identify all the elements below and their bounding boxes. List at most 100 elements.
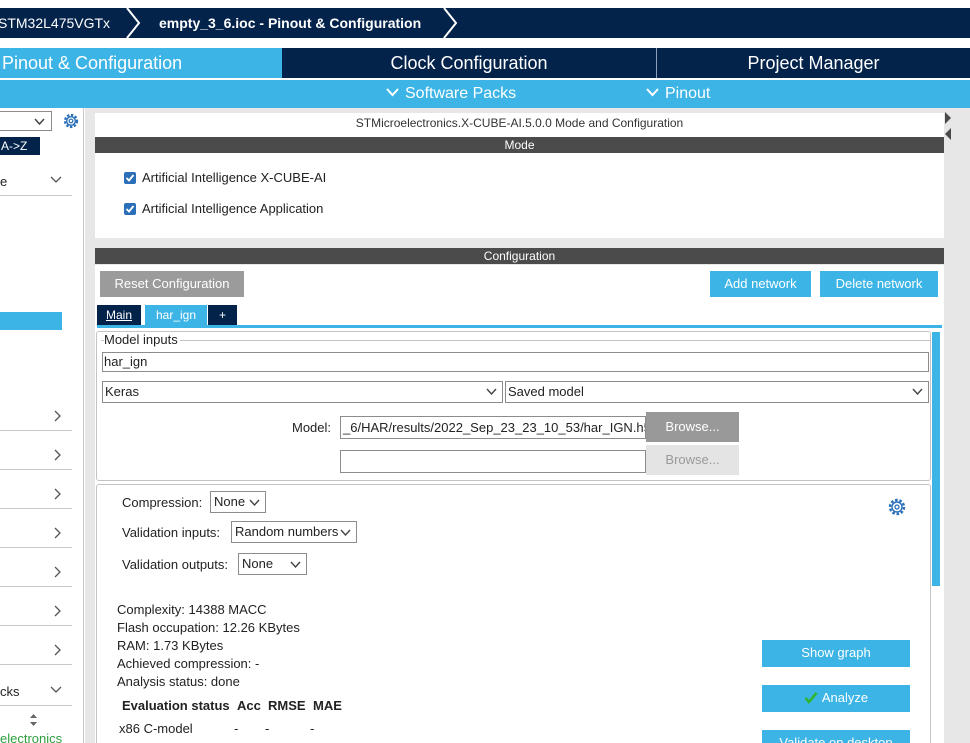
eval-header-status: Evaluation status [122, 698, 230, 713]
second-path-input[interactable] [340, 450, 646, 473]
list-item[interactable] [0, 479, 72, 509]
chevron-right-icon [54, 527, 61, 539]
add-network-button[interactable]: Add network [710, 271, 811, 297]
eval-header-rmse: RMSE [268, 698, 306, 713]
tab-project-manager[interactable]: Project Manager [656, 48, 970, 78]
checkbox-label: Artificial Intelligence X-CUBE-AI [142, 170, 327, 185]
validation-inputs-select[interactable]: Random numbers [231, 521, 357, 543]
chevron-down-icon [646, 88, 659, 97]
chevron-right-icon [54, 449, 61, 461]
component-title: STMicroelectronics.X-CUBE-AI.5.0.0 Mode … [95, 113, 944, 137]
eval-row-model: x86 C-model [119, 721, 193, 736]
delete-network-button[interactable]: Delete network [820, 271, 938, 297]
chevron-down-icon [50, 176, 62, 183]
checkbox-ai-application[interactable]: Artificial Intelligence Application [124, 201, 323, 216]
analyze-button[interactable]: Analyze [762, 685, 910, 712]
breadcrumb-device[interactable]: STM32L475VGTx [0, 8, 110, 38]
show-graph-button[interactable]: Show graph [762, 640, 910, 667]
framework-value: Keras [105, 384, 139, 399]
list-item-packs[interactable]: cks [0, 676, 72, 706]
list-item[interactable] [0, 518, 72, 548]
ram-text: RAM: 1.73 KBytes [117, 638, 224, 653]
validation-outputs-value: None [242, 556, 274, 571]
validation-inputs-value: Random numbers [235, 524, 339, 539]
list-item[interactable] [0, 596, 72, 626]
browse-model-button[interactable]: Browse... [646, 412, 739, 442]
gear-icon[interactable] [887, 497, 907, 517]
content-area: STMicroelectronics.X-CUBE-AI.5.0.0 Mode … [85, 108, 970, 743]
list-item[interactable] [0, 440, 72, 470]
eval-row-acc: - [234, 721, 239, 736]
checkbox-label: Artificial Intelligence Application [142, 201, 324, 216]
mode-header: Mode [95, 137, 944, 153]
chevron-right-icon [54, 644, 61, 656]
gear-icon[interactable] [62, 112, 80, 130]
framework-select[interactable]: Keras [102, 381, 503, 403]
main-tabs: Pinout & Configuration Clock Configurati… [0, 48, 970, 78]
chevron-down-icon [486, 388, 497, 395]
right-collapse-strip [944, 108, 970, 743]
chevron-down-icon [249, 499, 260, 506]
browse-disabled-button[interactable]: Browse... [646, 445, 739, 475]
validation-inputs-label: Validation inputs: [122, 525, 221, 540]
validation-outputs-select[interactable]: None [238, 553, 307, 575]
left-panel: A->Z e cks electronics [0, 108, 84, 743]
model-label: Model: [292, 420, 332, 435]
compression-value: None [214, 494, 246, 509]
chevron-down-icon [34, 118, 45, 125]
list-item[interactable] [0, 401, 72, 431]
mode-panel: Artificial Intelligence X-CUBE-AI Artifi… [95, 153, 944, 238]
tab-add[interactable]: + [208, 305, 237, 325]
model-inputs-group: Model inputs har_ign Keras Saved model M… [96, 331, 931, 481]
packs-label: cks [0, 684, 20, 699]
breadcrumb-project[interactable]: empty_3_6.ioc - Pinout & Configuration [159, 8, 421, 38]
checkbox-checked-icon[interactable] [124, 203, 136, 215]
software-packs-menu[interactable]: Software Packs [386, 80, 516, 108]
category-label: e [0, 174, 8, 189]
sort-az-button[interactable]: A->Z [0, 137, 40, 155]
software-packs-label: Software Packs [405, 85, 517, 102]
chevron-right-icon [54, 410, 61, 422]
tab-main[interactable]: Main [97, 305, 141, 325]
group-border [101, 340, 930, 341]
chevron-right-icon [54, 488, 61, 500]
chevron-right-icon [54, 566, 61, 578]
checkbox-checked-icon[interactable] [124, 172, 136, 184]
selected-list-item[interactable] [0, 312, 62, 330]
eval-header-acc: Acc [237, 698, 261, 713]
model-path-input[interactable]: _6/HAR/results/2022_Sep_23_23_10_53/har_… [340, 416, 646, 439]
vendor-label[interactable]: electronics [0, 731, 62, 743]
eval-row-rmse: - [265, 721, 270, 736]
network-name-input[interactable]: har_ign [102, 352, 929, 372]
reset-configuration-button[interactable]: Reset Configuration [100, 271, 244, 297]
chevron-right-icon [443, 8, 458, 38]
pinout-label: Pinout [665, 85, 711, 102]
complexity-text: Complexity: 14388 MACC [117, 602, 267, 617]
compression-select[interactable]: None [210, 491, 266, 513]
configuration-header: Configuration [95, 248, 944, 264]
checkbox-x-cube-ai[interactable]: Artificial Intelligence X-CUBE-AI [124, 170, 326, 185]
chevron-down-icon [340, 529, 351, 536]
category-row[interactable]: e [0, 166, 72, 196]
collapse-arrows-icon[interactable] [944, 110, 952, 146]
tab-pinout-configuration[interactable]: Pinout & Configuration [0, 48, 282, 78]
chevron-right-icon [126, 8, 141, 38]
vertical-scrollbar[interactable] [932, 332, 940, 586]
analyze-label: Analyze [821, 690, 869, 705]
sub-menu-bar: Software Packs Pinout [0, 80, 970, 108]
pinout-menu[interactable]: Pinout [646, 80, 710, 108]
list-item[interactable] [0, 557, 72, 587]
validation-outputs-label: Validation outputs: [122, 557, 228, 572]
tab-clock-configuration[interactable]: Clock Configuration [282, 48, 656, 78]
chevron-down-icon [912, 388, 923, 395]
category-select[interactable] [0, 111, 52, 131]
achieved-compression-text: Achieved compression: - [117, 656, 260, 671]
model-inputs-label: Model inputs [104, 332, 180, 347]
tab-har-ign[interactable]: har_ign [145, 305, 207, 325]
model-format-select[interactable]: Saved model [505, 381, 929, 403]
sort-arrows-icon[interactable] [29, 714, 38, 726]
chevron-down-icon [50, 686, 62, 693]
compression-label: Compression: [122, 495, 203, 510]
list-item[interactable] [0, 635, 72, 665]
validate-on-desktop-button[interactable]: Validate on desktop [762, 730, 910, 743]
